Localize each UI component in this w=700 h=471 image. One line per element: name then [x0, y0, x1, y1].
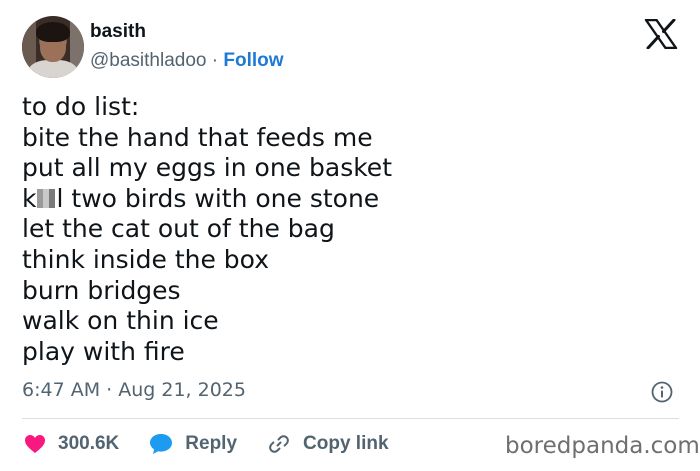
censored-word-end: l: [56, 183, 64, 213]
text-line: bite the hand that feeds me: [22, 122, 373, 152]
tweet-text: to do list: bite the hand that feeds me …: [22, 92, 392, 367]
like-button[interactable]: 300.6K: [24, 433, 119, 455]
follow-button[interactable]: Follow: [223, 50, 283, 71]
text-line: walk on thin ice: [22, 306, 219, 336]
text-line-rest: two birds with one stone: [71, 183, 380, 213]
watermark: boredpanda.com: [505, 433, 700, 459]
censor-pixelation: [37, 188, 56, 208]
divider: [22, 418, 679, 419]
user-handle[interactable]: @basithladoo: [90, 50, 206, 71]
copy-link-label: Copy link: [303, 433, 389, 454]
like-count: 300.6K: [58, 433, 120, 454]
link-icon: [269, 435, 289, 453]
reply-label: Reply: [185, 433, 238, 454]
tweet-card: basith @basithladoo · Follow to do list:…: [0, 0, 700, 471]
text-line: to do list:: [22, 92, 140, 121]
author-info: basith @basithladoo · Follow: [90, 20, 284, 74]
x-logo-icon[interactable]: [644, 19, 678, 49]
text-line: think inside the box: [22, 244, 269, 274]
display-name[interactable]: basith: [90, 20, 284, 44]
separator-dot: ·: [211, 50, 219, 71]
heart-icon: [25, 435, 45, 453]
text-line: burn bridges: [22, 275, 181, 305]
speech-bubble-icon: [150, 434, 173, 454]
censored-word-start: k: [22, 183, 37, 213]
info-icon[interactable]: [651, 381, 673, 403]
text-line: let the cat out of the bag: [22, 214, 335, 244]
tweet-header: basith @basithladoo · Follow: [22, 16, 284, 78]
text-line: play with fire: [22, 336, 185, 366]
action-bar: 300.6K Reply Copy link: [22, 429, 389, 459]
tweet-timestamp[interactable]: 6:47 AM · Aug 21, 2025: [22, 379, 246, 401]
copy-link-button[interactable]: Copy link: [267, 432, 389, 456]
text-line-censored: kl two birds with one stone: [22, 184, 392, 215]
reply-button[interactable]: Reply: [149, 433, 237, 455]
avatar[interactable]: [22, 16, 84, 78]
handle-row: @basithladoo · Follow: [90, 48, 284, 74]
text-line: put all my eggs in one basket: [22, 153, 392, 183]
